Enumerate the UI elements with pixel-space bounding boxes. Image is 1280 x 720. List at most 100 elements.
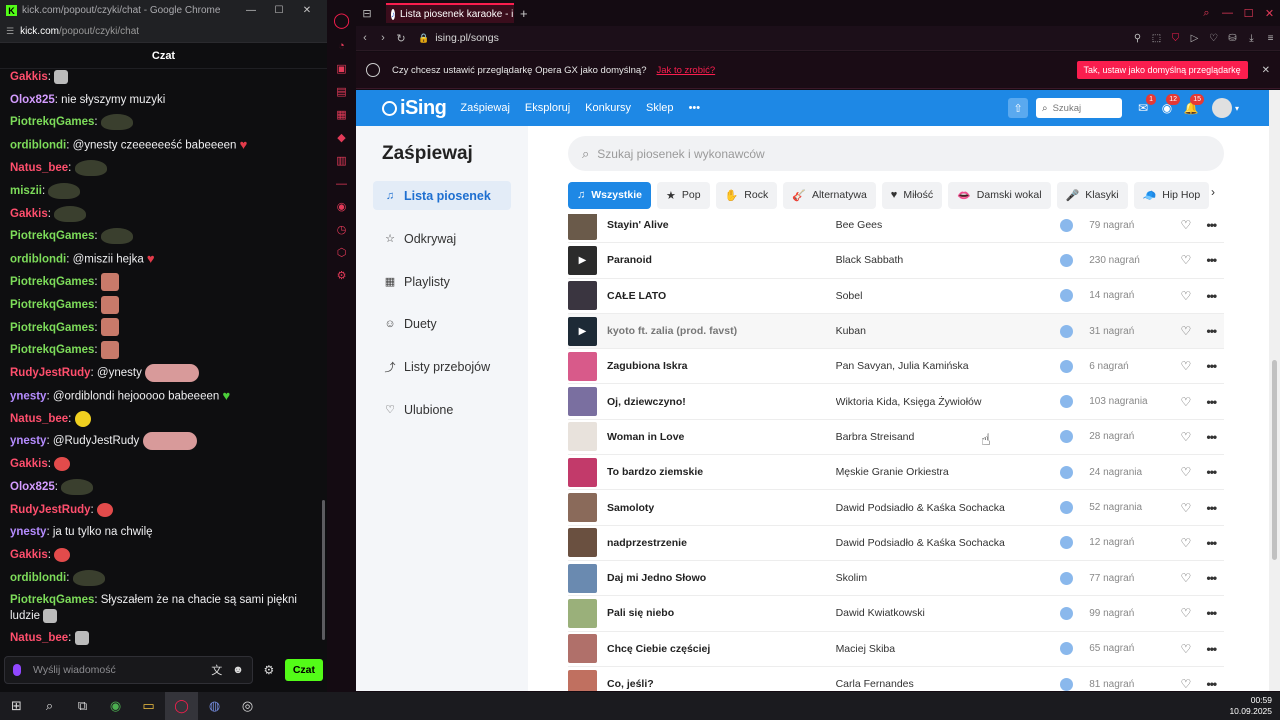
song-artist[interactable]: Dawid Podsiadło & Kaśka Sochacka [836, 537, 1061, 549]
chat-username[interactable]: ynesty [10, 390, 46, 402]
song-title[interactable]: Chcę Ciebie częściej [607, 643, 836, 655]
ising-logo[interactable]: iSing [382, 97, 447, 120]
chat-username[interactable]: Olox825 [10, 94, 55, 106]
song-row[interactable]: Oj, dziewczyno! Wiktoria Kida, Księga Żyw… [568, 385, 1224, 420]
song-thumbnail[interactable] [568, 598, 597, 628]
chat-username[interactable]: ordiblondi [10, 572, 66, 584]
song-thumbnail[interactable] [568, 214, 597, 240]
forward-icon[interactable]: › [374, 32, 392, 44]
song-thumbnail[interactable] [568, 457, 597, 487]
song-row[interactable]: Zagubiona Iskra Pan Savyan, Julia Kamińsk… [568, 349, 1224, 385]
search-tabs-icon[interactable]: ⌕ [1196, 7, 1217, 20]
song-artist[interactable]: Bee Gees [836, 219, 1061, 231]
genre-chip[interactable]: 👄 Damski wokal [948, 181, 1051, 209]
tab-ising[interactable]: ♪ Lista piosenek karaoke - i [386, 3, 514, 23]
chat-username[interactable]: PiotrekqGames [10, 322, 94, 334]
pinned-icon[interactable]: — [327, 172, 356, 195]
system-clock[interactable]: 00:59 10.09.2025 [1229, 695, 1280, 717]
chrome-urlbar[interactable]: ☰ kick.com/popout/czyki/chat [0, 21, 327, 43]
more-icon[interactable]: ••• [1199, 571, 1224, 585]
gx-corner-icon[interactable]: ◆ [327, 126, 356, 149]
eye-icon[interactable]: ◉ 12 [1156, 94, 1180, 115]
song-thumbnail[interactable]: ▶ [568, 245, 597, 275]
lock-icon[interactable]: 🔒 [418, 33, 429, 44]
chat-username[interactable]: PiotrekqGames [10, 594, 94, 606]
song-title[interactable]: kyoto ft. zalia (prod. favst) [607, 325, 836, 337]
chat-scrollbar[interactable] [322, 500, 325, 640]
wallet-icon[interactable]: ⛁ [1223, 33, 1242, 44]
more-icon[interactable]: ••• [1199, 218, 1224, 232]
opera-logo-icon[interactable]: ◯ [327, 6, 356, 34]
chevron-down-icon[interactable]: ▾ [1235, 104, 1239, 113]
close-icon[interactable]: ✕ [1262, 65, 1270, 76]
file-explorer-icon[interactable]: ▭ [132, 692, 165, 720]
song-title[interactable]: CAŁE LATO [607, 290, 836, 302]
news-icon[interactable]: ▤ [327, 80, 356, 103]
close-icon[interactable]: ✕ [293, 5, 321, 16]
song-row[interactable]: nadprzestrzenie Dawid Podsiadło & Kaśka S… [568, 526, 1224, 561]
heart-icon[interactable]: ♡ [1173, 395, 1198, 409]
more-icon[interactable]: ••• [1199, 359, 1224, 373]
emoji-icon[interactable]: ☻ [232, 664, 244, 676]
song-row[interactable]: Co, jeśli? Carla Fernandes 81 nagrań ♡ ••• [568, 667, 1224, 691]
song-thumbnail[interactable] [568, 563, 597, 593]
song-title[interactable]: nadprzestrzenie [607, 537, 836, 549]
genre-chip[interactable]: ✋ Rock [715, 181, 778, 209]
genre-chip[interactable]: 🎸 Alternatywa [783, 181, 876, 209]
new-tab-button[interactable]: + [520, 6, 528, 21]
song-title[interactable]: To bardzo ziemskie [607, 466, 836, 478]
song-title[interactable]: Daj mi Jedno Słowo [607, 572, 836, 584]
song-thumbnail[interactable] [568, 634, 597, 664]
song-title[interactable]: Oj, dziewczyno! [607, 396, 836, 408]
nav-shop[interactable]: Sklep [646, 102, 674, 114]
song-title[interactable]: Pali się niebo [607, 607, 836, 619]
sidebar-item[interactable]: ▦ Playlisty [373, 267, 511, 296]
more-icon[interactable]: ••• [1199, 430, 1224, 444]
nav-sing[interactable]: Zaśpiewaj [460, 102, 510, 114]
song-artist[interactable]: Carla Fernandes [836, 678, 1061, 690]
song-thumbnail[interactable] [568, 422, 597, 452]
heart-icon[interactable]: ♡ [1204, 33, 1223, 44]
song-artist[interactable]: Sobel [836, 290, 1061, 302]
chat-username[interactable]: miszii [10, 185, 42, 197]
site-info-icon[interactable]: ☰ [6, 26, 14, 37]
play-icon[interactable]: ▶ [568, 317, 597, 346]
more-icon[interactable]: ••• [1199, 289, 1224, 303]
bookmark-icon[interactable]: ▦ [327, 103, 356, 126]
song-artist[interactable]: Kuban [836, 325, 1061, 337]
song-thumbnail[interactable] [568, 281, 597, 311]
song-artist[interactable]: Barbra Streisand [836, 431, 1061, 443]
upload-button[interactable]: ⇧ [1007, 98, 1028, 118]
pin-icon[interactable]: ⚲ [1128, 33, 1147, 44]
controller-icon[interactable]: ▣ [327, 57, 356, 80]
maximize-icon[interactable]: ☐ [1238, 7, 1259, 20]
nav-contests[interactable]: Konkursy [585, 102, 631, 114]
heart-icon[interactable]: ♡ [1173, 606, 1198, 620]
song-title[interactable]: Zagubiona Iskra [607, 360, 836, 372]
song-artist[interactable]: Pan Savyan, Julia Kamińska [836, 360, 1061, 372]
heart-icon[interactable]: ♡ [1173, 324, 1198, 338]
minimize-icon[interactable]: — [237, 5, 265, 16]
song-row[interactable]: To bardzo ziemskie Męskie Granie Orkiestr… [568, 455, 1224, 491]
menu-icon[interactable]: ≡ [1261, 33, 1280, 44]
set-default-button[interactable]: Tak, ustaw jako domyślną przeglądarkę [1076, 61, 1248, 79]
genre-chip[interactable]: ★ Pop [657, 181, 710, 209]
heart-icon[interactable]: ♡ [1173, 642, 1198, 656]
more-icon[interactable]: ••• [1199, 465, 1224, 479]
banner-help-link[interactable]: Jak to zrobić? [657, 65, 716, 76]
genre-chip[interactable]: 🎤 Klasyki [1056, 181, 1128, 209]
chat-username[interactable]: Natus_bee [10, 632, 68, 644]
heart-icon[interactable]: ♡ [1173, 253, 1198, 267]
download-icon[interactable]: ⤓ [1242, 33, 1261, 44]
song-row[interactable]: CAŁE LATO Sobel 14 nagrań ♡ ••• [568, 279, 1224, 314]
more-icon[interactable]: ••• [689, 102, 701, 114]
heart-icon[interactable]: ♡ [1173, 359, 1198, 373]
sidebar-item[interactable]: ☺ Duety [373, 309, 511, 338]
history-icon[interactable]: ◷ [327, 218, 356, 241]
more-icon[interactable]: ••• [1199, 536, 1224, 550]
heart-icon[interactable]: ♡ [1173, 218, 1198, 232]
chat-username[interactable]: Olox825 [10, 481, 55, 493]
more-icon[interactable]: ••• [1199, 324, 1224, 338]
discord-icon[interactable]: ◍ [198, 692, 231, 720]
song-thumbnail[interactable] [568, 387, 597, 417]
